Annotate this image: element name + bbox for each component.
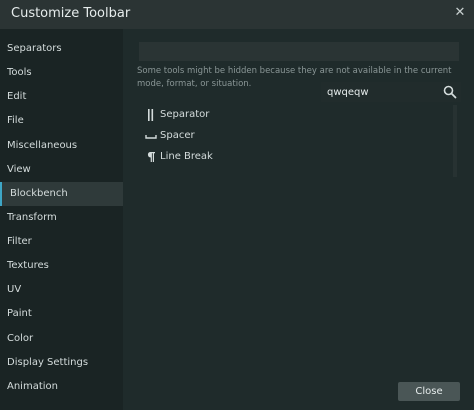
sidebar-item-miscellaneous[interactable]: Miscellaneous bbox=[0, 134, 123, 158]
separator-icon bbox=[145, 108, 157, 122]
sidebar-item-label: View bbox=[7, 164, 31, 175]
sidebar-item-textures[interactable]: Textures bbox=[0, 254, 123, 278]
sidebar-item-edit[interactable]: Edit bbox=[0, 85, 123, 109]
pilcrow-icon bbox=[145, 150, 157, 164]
sidebar-item-label: Blockbench bbox=[10, 188, 68, 199]
close-button[interactable]: Close bbox=[398, 382, 460, 401]
tool-label: Line Break bbox=[160, 151, 213, 162]
search-icon[interactable] bbox=[442, 84, 458, 100]
sidebar-item-color[interactable]: Color bbox=[0, 327, 123, 351]
sidebar-item-display-settings[interactable]: Display Settings bbox=[0, 351, 123, 375]
spacer-icon bbox=[145, 129, 157, 143]
list-scrollbar[interactable] bbox=[453, 105, 457, 177]
sidebar-item-tools[interactable]: Tools bbox=[0, 61, 123, 85]
sidebar-item-label: Transform bbox=[7, 212, 57, 223]
sidebar-item-label: Edit bbox=[7, 91, 27, 102]
sidebar-item-label: Miscellaneous bbox=[7, 140, 78, 151]
sidebar-item-label: Filter bbox=[7, 236, 32, 247]
sidebar-item-label: Color bbox=[7, 333, 34, 344]
sidebar-item-label: Textures bbox=[7, 260, 49, 271]
sidebar-item-label: Paint bbox=[7, 308, 32, 319]
main-panel: Some tools might be hidden because they … bbox=[123, 29, 474, 410]
category-sidebar: Separators Tools Edit File Miscellaneous… bbox=[0, 29, 123, 410]
sidebar-item-filter[interactable]: Filter bbox=[0, 230, 123, 254]
sidebar-item-uv[interactable]: UV bbox=[0, 278, 123, 302]
sidebar-item-label: Animation bbox=[7, 381, 58, 392]
sidebar-item-transform[interactable]: Transform bbox=[0, 206, 123, 230]
sidebar-item-label: Display Settings bbox=[7, 357, 89, 368]
search-box[interactable] bbox=[321, 82, 461, 102]
tool-label: Separator bbox=[160, 109, 210, 120]
sidebar-item-label: File bbox=[7, 115, 24, 126]
sidebar-item-label: Separators bbox=[7, 43, 62, 54]
dialog-titlebar[interactable]: Customize Toolbar ✕ bbox=[0, 0, 474, 29]
sidebar-item-animation[interactable]: Animation bbox=[0, 375, 123, 399]
sidebar-item-separators[interactable]: Separators bbox=[0, 37, 123, 61]
close-icon[interactable]: ✕ bbox=[452, 5, 468, 21]
dialog-title: Customize Toolbar bbox=[11, 6, 131, 21]
sidebar-item-label: Tools bbox=[7, 67, 32, 78]
customize-toolbar-dialog: Customize Toolbar ✕ Separators Tools Edi… bbox=[0, 0, 474, 410]
sidebar-item-paint[interactable]: Paint bbox=[0, 302, 123, 326]
toolbar-preview[interactable] bbox=[139, 42, 459, 61]
search-input[interactable] bbox=[327, 84, 437, 100]
tool-label: Spacer bbox=[160, 130, 195, 141]
sidebar-item-view[interactable]: View bbox=[0, 158, 123, 182]
sidebar-item-file[interactable]: File bbox=[0, 109, 123, 133]
sidebar-item-label: UV bbox=[7, 284, 22, 295]
sidebar-item-blockbench[interactable]: Blockbench bbox=[0, 182, 123, 206]
